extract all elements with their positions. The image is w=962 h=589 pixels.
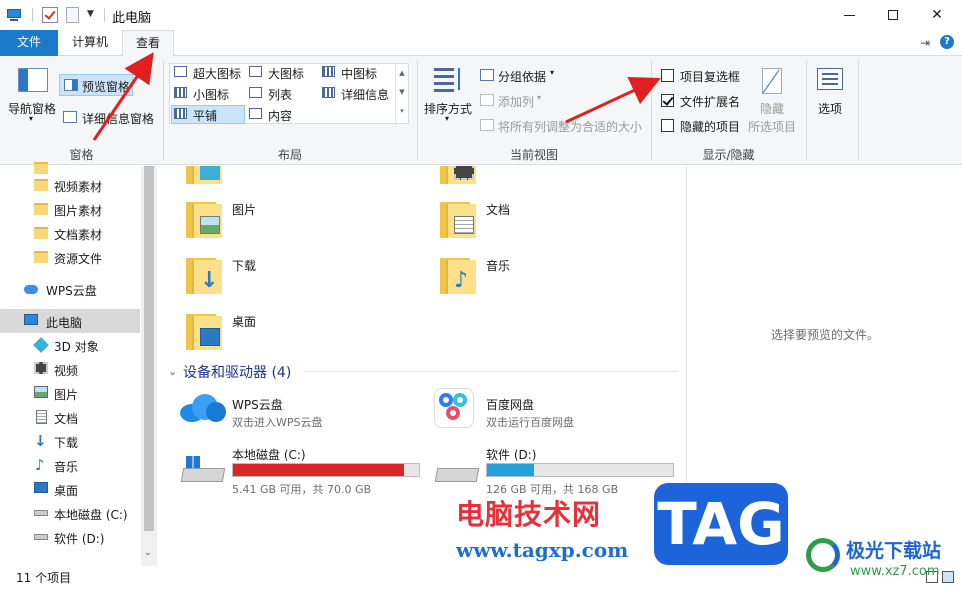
brand-swirl-icon [806, 538, 840, 572]
watermark-site-url: www.tagxp.com [456, 538, 629, 562]
watermark-tag-logo: TAG [654, 483, 788, 565]
watermark-brand-name: 极光下载站 [846, 540, 942, 562]
arrow-to-item-checkboxes [565, 76, 661, 124]
arrow-to-view-tab [92, 52, 154, 141]
watermark-brand: 极光下载站 www.xz7.com [806, 532, 956, 584]
watermark-brand-url: www.xz7.com [850, 564, 940, 579]
watermark-site-name: 电脑技术网 [456, 498, 602, 531]
